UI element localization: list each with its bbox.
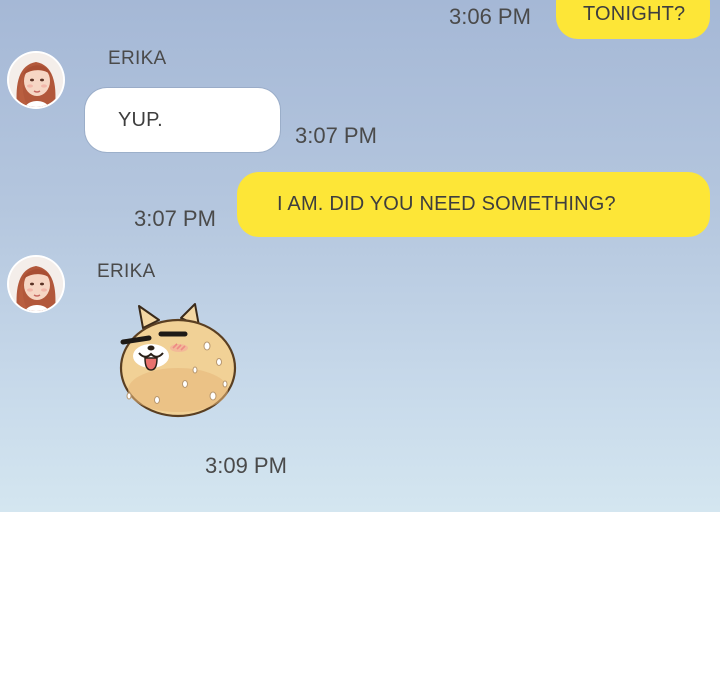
blank-panel <box>0 512 720 700</box>
sender-name: ERIKA <box>97 261 156 282</box>
erika-avatar-icon[interactable] <box>9 53 63 107</box>
chat-area[interactable]: 3:06 PM TONIGHT? ERIKA YUP. 3:07 PM 3:07… <box>0 0 720 512</box>
message-time: 3:06 PM <box>449 4 531 29</box>
sender-name: ERIKA <box>108 48 167 69</box>
message-time: 3:09 PM <box>205 453 287 478</box>
message-time: 3:07 PM <box>134 206 216 231</box>
message-time: 3:07 PM <box>295 123 377 148</box>
blushing-bun-sticker[interactable] <box>115 300 240 420</box>
erika-avatar-icon[interactable] <box>9 257 63 311</box>
message-text: YUP. <box>118 108 163 131</box>
message-text: TONIGHT? <box>583 3 686 25</box>
my-message-bubble[interactable]: TONIGHT? <box>556 0 710 39</box>
message-text: I AM. DID YOU NEED SOMETHING? <box>277 193 616 215</box>
my-message-bubble[interactable]: I AM. DID YOU NEED SOMETHING? <box>237 172 710 237</box>
their-message-bubble[interactable]: YUP. <box>85 88 280 152</box>
